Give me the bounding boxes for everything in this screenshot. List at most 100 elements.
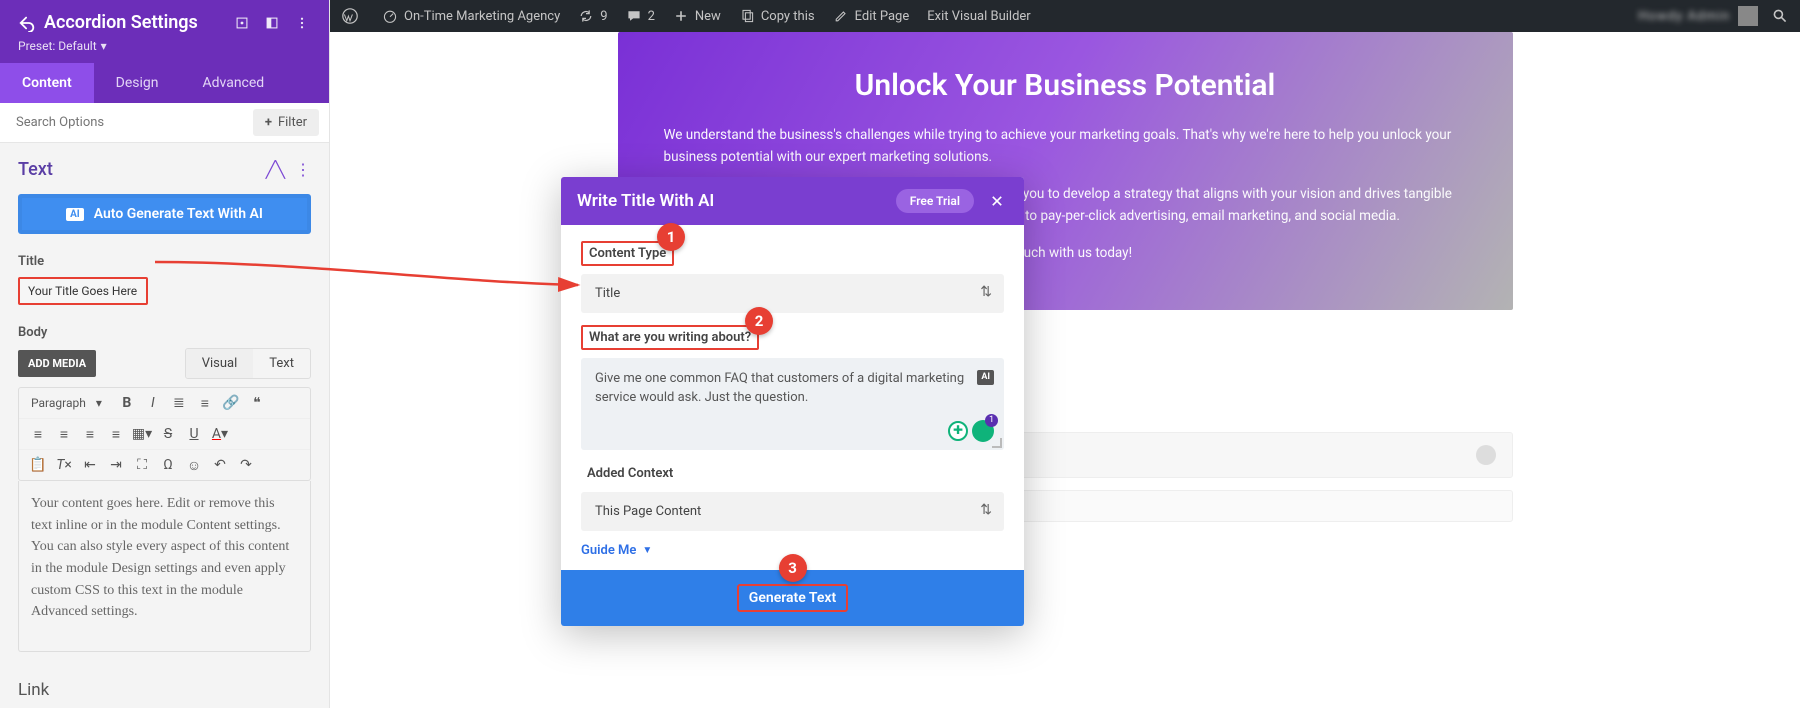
context-value: This Page Content — [595, 504, 701, 519]
body-label: Body — [18, 325, 311, 340]
user-greeting: Howdy Admin — [1638, 9, 1730, 24]
section-more-icon[interactable]: ⋮ — [295, 160, 311, 179]
wp-logo[interactable] — [342, 8, 364, 24]
editor-mode-tabs: Visual Text — [185, 348, 311, 379]
more-icon[interactable] — [293, 14, 311, 32]
title-input[interactable] — [18, 277, 148, 305]
outdent-icon[interactable]: ⇤ — [79, 454, 101, 476]
content-type-select[interactable]: Title ⇅ — [581, 274, 1004, 313]
strike-icon[interactable]: S — [157, 423, 179, 445]
redo-icon[interactable]: ↷ — [235, 454, 257, 476]
free-trial-badge[interactable]: Free Trial — [896, 189, 974, 213]
paragraph-select[interactable]: Paragraph▾ — [25, 394, 108, 412]
annotation-3: 3 — [779, 554, 807, 582]
italic-icon[interactable]: I — [142, 392, 164, 414]
comments[interactable]: 2 — [626, 8, 655, 24]
search-input[interactable] — [0, 103, 243, 142]
resize-handle-icon[interactable] — [992, 438, 1002, 448]
comment-icon — [626, 8, 642, 24]
updates-count: 9 — [600, 9, 607, 24]
back-arrow-icon[interactable] — [18, 14, 36, 32]
admin-user[interactable]: Howdy Admin — [1638, 6, 1788, 26]
edit-page[interactable]: Edit Page — [833, 8, 910, 24]
text-tab[interactable]: Text — [253, 349, 310, 378]
tab-design[interactable]: Design — [94, 63, 181, 103]
close-icon[interactable] — [986, 190, 1008, 212]
copy-icon — [739, 8, 755, 24]
copy-this[interactable]: Copy this — [739, 8, 815, 24]
body-editor[interactable]: Your content goes here. Edit or remove t… — [18, 481, 311, 652]
exit-vb[interactable]: Exit Visual Builder — [927, 9, 1030, 24]
plus-icon — [673, 8, 689, 24]
preset-label: Preset: Default — [18, 39, 97, 53]
expand-icon[interactable] — [233, 14, 251, 32]
context-select[interactable]: This Page Content ⇅ — [581, 492, 1004, 531]
underline-icon[interactable]: U — [183, 423, 205, 445]
filter-label: Filter — [278, 115, 307, 130]
section-text-title: Text — [18, 159, 256, 180]
undo-icon[interactable]: ↶ — [209, 454, 231, 476]
snap-icon[interactable] — [263, 14, 281, 32]
add-media-button[interactable]: ADD MEDIA — [18, 350, 96, 377]
hero-p1: We understand the business's challenges … — [664, 125, 1467, 168]
gauge-icon — [382, 8, 398, 24]
grammarly-status-icon[interactable] — [972, 420, 994, 442]
preset-dropdown[interactable]: Preset: Default▾ — [18, 39, 311, 53]
ai-badge-icon: AI — [66, 208, 84, 221]
ul-icon[interactable]: ≣ — [168, 392, 190, 414]
textcolor-icon[interactable]: A▾ — [209, 423, 231, 445]
ai-chip-icon: AI — [977, 370, 994, 385]
chevron-down-icon: ▼ — [642, 545, 652, 556]
align-left-icon[interactable]: ≡ — [27, 423, 49, 445]
new-label: New — [695, 9, 721, 24]
quote-icon[interactable]: ❝ — [246, 392, 268, 414]
sidebar-header: Accordion Settings Preset: Default▾ — [0, 0, 329, 63]
ai-button-label: Auto Generate Text With AI — [94, 206, 263, 222]
about-value: Give me one common FAQ that customers of… — [595, 371, 964, 405]
indent-icon[interactable]: ⇥ — [105, 454, 127, 476]
section-link-title[interactable]: Link — [18, 680, 311, 700]
paste-icon[interactable]: 📋 — [27, 454, 49, 476]
sidebar-title: Accordion Settings — [44, 12, 221, 33]
content-type-value: Title — [595, 286, 620, 301]
refresh-icon — [578, 8, 594, 24]
omega-icon[interactable]: Ω — [157, 454, 179, 476]
chevron-updown-icon: ⇅ — [980, 284, 992, 300]
annotation-2: 2 — [745, 307, 773, 335]
filter-button[interactable]: +Filter — [253, 109, 319, 136]
wp-admin-bar: On-Time Marketing Agency 9 2 New Copy th… — [330, 0, 1800, 32]
hero-heading: Unlock Your Business Potential — [664, 68, 1467, 103]
updates[interactable]: 9 — [578, 8, 607, 24]
accordion-close-icon[interactable] — [1476, 445, 1496, 465]
fullscreen-icon[interactable]: ⛶ — [131, 454, 153, 476]
about-textarea[interactable]: Give me one common FAQ that customers of… — [581, 358, 1004, 450]
site-name[interactable]: On-Time Marketing Agency — [382, 8, 560, 24]
tab-content[interactable]: Content — [0, 63, 94, 103]
search-row: +Filter — [0, 103, 329, 143]
grammarly-add-icon[interactable]: ✚ — [948, 421, 968, 441]
auto-generate-ai-button[interactable]: AI Auto Generate Text With AI — [18, 194, 311, 234]
site-name-label: On-Time Marketing Agency — [404, 9, 560, 24]
chevron-updown-icon: ⇅ — [980, 502, 992, 518]
tab-advanced[interactable]: Advanced — [181, 63, 287, 103]
table-icon[interactable]: ▦▾ — [131, 423, 153, 445]
new-menu[interactable]: New — [673, 8, 721, 24]
link-icon[interactable]: 🔗 — [220, 392, 242, 414]
align-justify-icon[interactable]: ≡ — [105, 423, 127, 445]
grammarly-icons: ✚ — [948, 420, 994, 442]
avatar — [1738, 6, 1758, 26]
ol-icon[interactable]: ≡ — [194, 392, 216, 414]
ai-write-modal: Write Title With AI Free Trial Content T… — [561, 177, 1024, 626]
align-right-icon[interactable]: ≡ — [79, 423, 101, 445]
emoji-icon[interactable]: ☺ — [183, 454, 205, 476]
chevron-up-icon[interactable]: ╱╲ — [266, 160, 285, 179]
about-label: What are you writing about? — [581, 325, 759, 350]
comments-count: 2 — [648, 9, 655, 24]
generate-text-button[interactable]: Generate Text — [737, 584, 848, 612]
modal-header: Write Title With AI Free Trial — [561, 177, 1024, 225]
search-icon[interactable] — [1772, 8, 1788, 24]
visual-tab[interactable]: Visual — [186, 349, 254, 378]
align-center-icon[interactable]: ≡ — [53, 423, 75, 445]
bold-icon[interactable]: B — [116, 392, 138, 414]
clear-icon[interactable]: T× — [53, 454, 75, 476]
